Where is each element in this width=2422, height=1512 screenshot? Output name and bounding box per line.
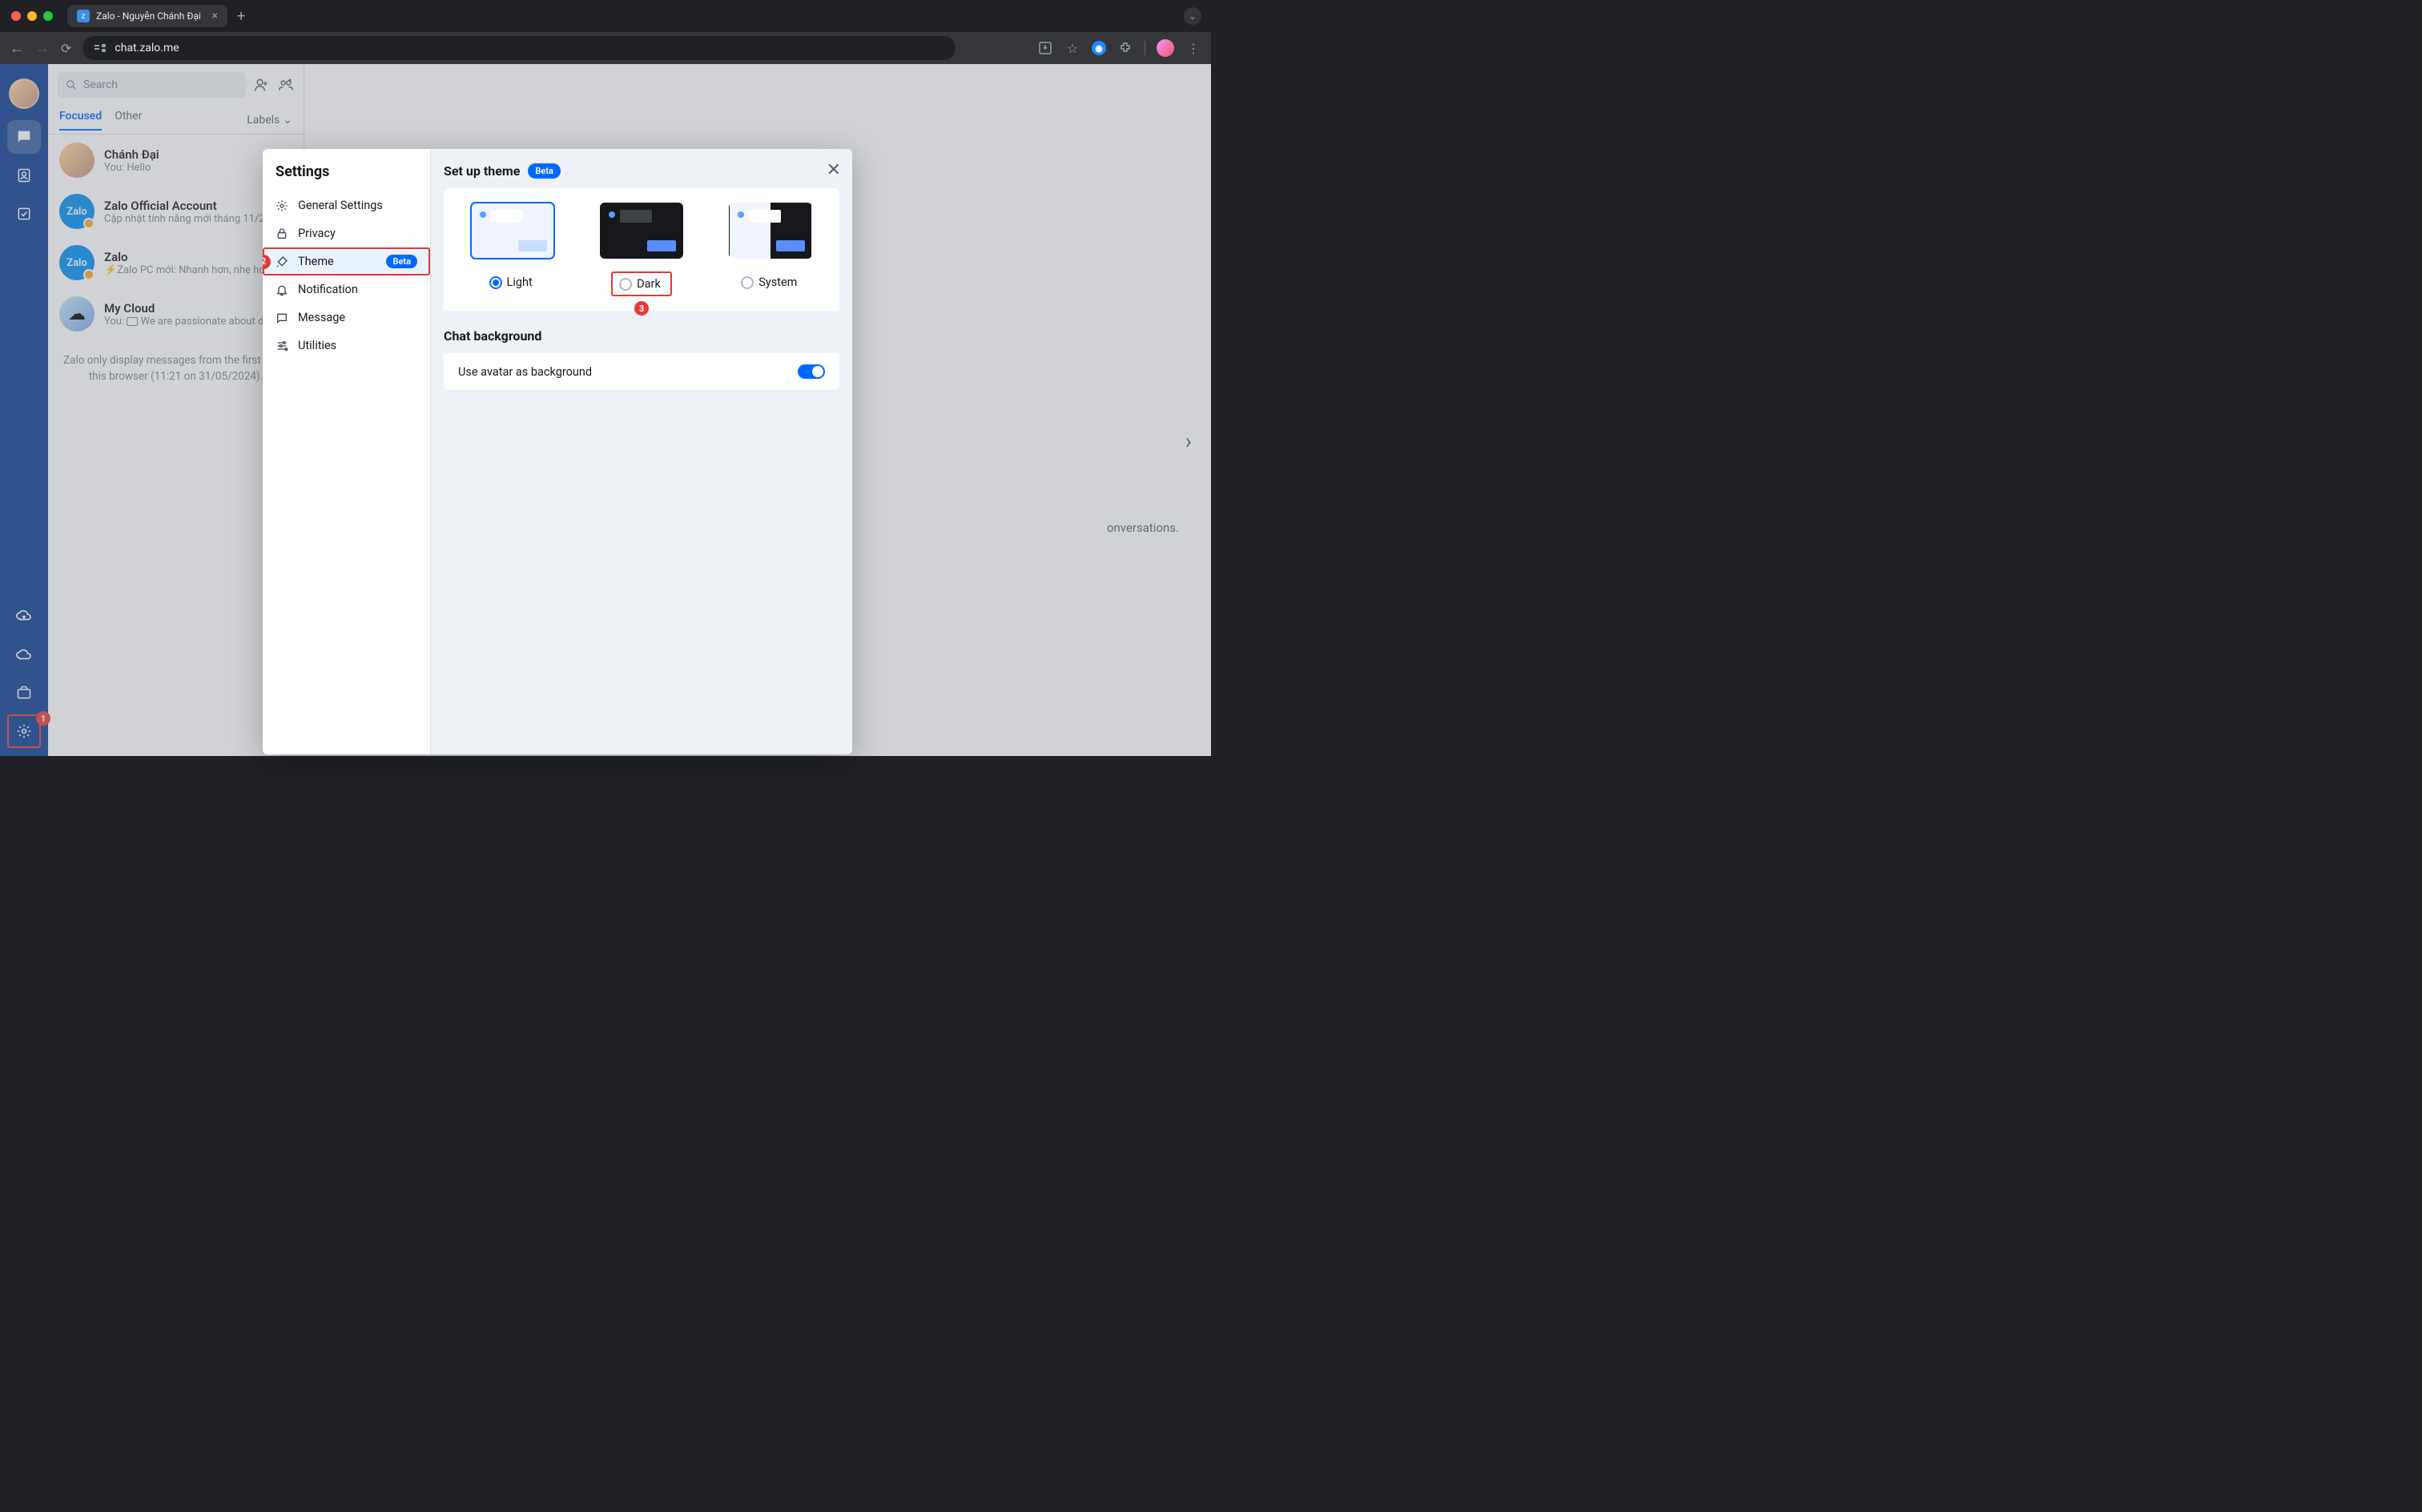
annotation-badge-3: 3 bbox=[634, 301, 649, 316]
window-maximize-button[interactable] bbox=[43, 11, 53, 21]
settings-nav-general[interactable]: General Settings bbox=[263, 191, 430, 219]
radio-unselected-icon bbox=[741, 276, 754, 289]
lock-icon bbox=[276, 227, 290, 240]
extensions-icon[interactable] bbox=[1117, 40, 1133, 56]
browser-extensions: ☆ ◉ ⋮ bbox=[1037, 39, 1201, 57]
browser-toolbar: ← → ⟳ chat.zalo.me ☆ ◉ ⋮ bbox=[0, 32, 1211, 64]
settings-nav-notification[interactable]: Notification bbox=[263, 275, 430, 304]
gear-icon bbox=[276, 199, 290, 212]
settings-content: Set up theme Beta Light bbox=[431, 149, 852, 754]
zalo-app: 1 Search Focused bbox=[0, 64, 1211, 756]
beta-badge: Beta bbox=[528, 163, 561, 179]
close-tab-icon[interactable]: × bbox=[212, 10, 218, 22]
theme-option-system[interactable]: System bbox=[729, 203, 812, 296]
sliders-icon bbox=[276, 340, 290, 352]
annotation-badge-2: 2 bbox=[263, 255, 271, 269]
settings-sidebar: Settings General Settings Privacy 2 bbox=[263, 149, 431, 754]
bell-icon bbox=[276, 284, 290, 296]
browser-tab[interactable]: z Zalo - Nguyễn Chánh Đại × bbox=[67, 5, 227, 27]
tab-overflow-icon[interactable]: ⌄ bbox=[1184, 7, 1201, 25]
onepassword-icon[interactable]: ◉ bbox=[1092, 41, 1106, 55]
chat-bg-option-label: Use avatar as background bbox=[458, 365, 592, 379]
reload-button[interactable]: ⟳ bbox=[61, 41, 71, 56]
settings-nav-privacy[interactable]: Privacy bbox=[263, 219, 430, 247]
radio-unselected-icon bbox=[619, 278, 632, 291]
theme-preview-dark bbox=[600, 203, 683, 259]
chat-bg-title: Chat background bbox=[444, 328, 839, 344]
avatar-bg-toggle[interactable] bbox=[798, 364, 825, 379]
theme-preview-light bbox=[471, 203, 554, 259]
message-icon bbox=[276, 312, 290, 324]
browser-menu-icon[interactable]: ⋮ bbox=[1185, 40, 1201, 56]
settings-nav-theme[interactable]: 2 Theme Beta bbox=[263, 247, 430, 275]
install-app-icon[interactable] bbox=[1037, 40, 1053, 56]
browser-tabbar: z Zalo - Nguyễn Chánh Đại × + ⌄ bbox=[0, 0, 1211, 32]
window-close-button[interactable] bbox=[11, 11, 21, 21]
settings-modal: ✕ Settings General Settings Privacy bbox=[263, 149, 852, 754]
url-text: chat.zalo.me bbox=[115, 42, 179, 54]
site-info-icon[interactable] bbox=[94, 42, 107, 54]
window-minimize-button[interactable] bbox=[27, 11, 37, 21]
beta-badge: Beta bbox=[386, 255, 417, 268]
bookmark-star-icon[interactable]: ☆ bbox=[1064, 40, 1080, 56]
chat-bg-option: Use avatar as background bbox=[444, 353, 839, 390]
settings-nav-message[interactable]: Message bbox=[263, 304, 430, 332]
theme-option-light[interactable]: Light bbox=[471, 203, 554, 296]
new-tab-button[interactable]: + bbox=[237, 8, 245, 25]
close-modal-button[interactable]: ✕ bbox=[827, 160, 841, 180]
back-button[interactable]: ← bbox=[10, 40, 24, 57]
theme-section-title: Set up theme bbox=[444, 163, 520, 179]
theme-preview-system bbox=[729, 203, 812, 259]
zalo-favicon: z bbox=[77, 10, 90, 22]
theme-picker-card: Light Dark 3 bbox=[444, 188, 839, 311]
brush-icon bbox=[276, 255, 290, 268]
theme-option-dark[interactable]: Dark 3 bbox=[600, 203, 683, 296]
forward-button[interactable]: → bbox=[35, 40, 50, 57]
settings-title: Settings bbox=[263, 163, 430, 191]
settings-nav-utilities[interactable]: Utilities bbox=[263, 332, 430, 360]
radio-selected-icon bbox=[489, 276, 502, 289]
address-bar[interactable]: chat.zalo.me bbox=[82, 36, 956, 60]
tab-title: Zalo - Nguyễn Chánh Đại bbox=[96, 10, 206, 22]
window-traffic-lights bbox=[11, 11, 53, 21]
profile-avatar-icon[interactable] bbox=[1157, 39, 1174, 57]
